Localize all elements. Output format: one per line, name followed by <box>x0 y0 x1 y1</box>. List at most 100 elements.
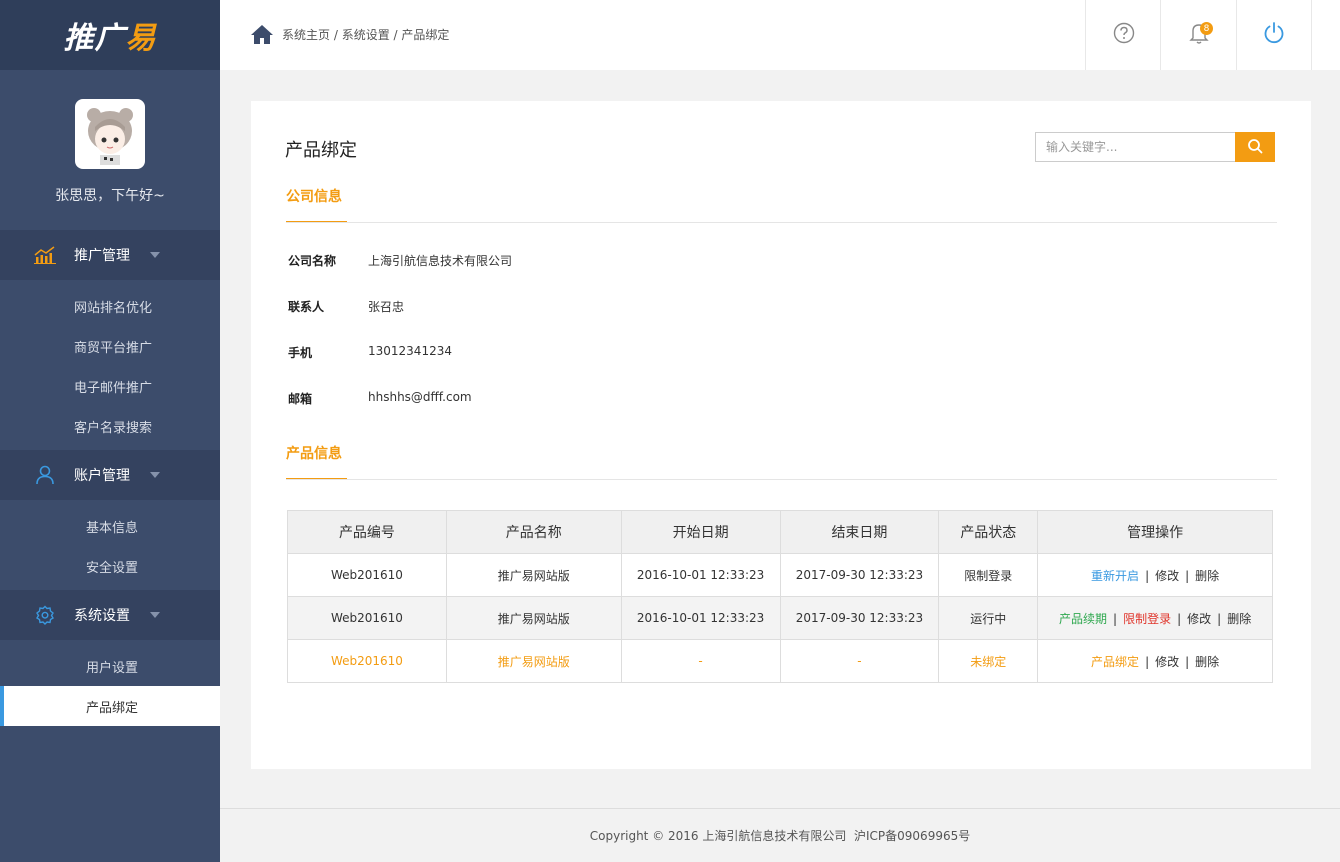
info-row-phone: 手机 13012341234 <box>288 344 452 361</box>
column-header: 产品编号 <box>287 510 447 554</box>
menu-group-label: 系统设置 <box>74 608 130 624</box>
submenu-promotion: 网站排名优化 商贸平台推广 电子邮件推广 客户名录搜索 <box>0 280 220 450</box>
chevron-down-icon <box>150 472 160 478</box>
submenu-account: 基本信息 安全设置 <box>0 500 220 590</box>
divider <box>286 222 1277 223</box>
cell-status: 限制登录 <box>938 553 1039 597</box>
cell-product-name: 推广易网站版 <box>445 639 622 683</box>
avatar[interactable] <box>75 99 145 169</box>
home-icon[interactable] <box>250 24 274 45</box>
restrict-login-link[interactable]: 限制登录 <box>1123 612 1171 626</box>
delete-link[interactable]: 删除 <box>1195 655 1219 669</box>
sidebar-item-directory[interactable]: 客户名录搜索 <box>0 406 220 446</box>
bind-product-link[interactable]: 产品绑定 <box>1091 655 1139 669</box>
gear-icon <box>34 604 56 626</box>
search-icon <box>1247 138 1263 157</box>
table-header-row: 产品编号 产品名称 开始日期 结束日期 产品状态 管理操作 <box>287 510 1273 554</box>
breadcrumb-current: 产品绑定 <box>401 28 450 42</box>
info-label: 联系人 <box>288 300 325 314</box>
menu-group-label: 推广管理 <box>74 248 130 264</box>
page-title: 产品绑定 <box>285 140 357 161</box>
notifications-button[interactable]: 8 <box>1160 0 1236 70</box>
cell-product-id: Web201610 <box>287 639 447 683</box>
info-label: 公司名称 <box>288 254 337 268</box>
breadcrumb-separator: / <box>330 27 342 42</box>
menu-group-label: 账户管理 <box>74 468 130 484</box>
sidebar-item-b2b[interactable]: 商贸平台推广 <box>0 326 220 366</box>
table-row: Web201610 推广易网站版 - - 未绑定 产品绑定 | 修改 | 删除 <box>287 639 1273 683</box>
logout-button[interactable] <box>1236 0 1312 70</box>
user-profile: 张思思，下午好~ <box>0 70 220 230</box>
info-value: 上海引航信息技术有限公司 <box>368 254 513 268</box>
info-value: hhshhs@dfff.com <box>368 390 472 404</box>
power-icon <box>1262 21 1286 49</box>
info-row-company: 公司名称 上海引航信息技术有限公司 <box>288 252 512 269</box>
delete-link[interactable]: 删除 <box>1195 569 1219 583</box>
column-header: 产品状态 <box>938 510 1039 554</box>
main-card: 产品绑定 公司信息 公司名称 上海引航信息技术有限公司 联系人 张召忠 手机 1… <box>251 101 1311 769</box>
sidebar-item-basic-info[interactable]: 基本信息 <box>0 506 220 546</box>
chevron-down-icon <box>150 252 160 258</box>
cell-product-id: Web201610 <box>287 553 447 597</box>
separator: | <box>1177 611 1182 626</box>
sidebar-item-product-binding[interactable]: 产品绑定 <box>0 686 220 726</box>
chevron-down-icon <box>150 612 160 618</box>
products-table: 产品编号 产品名称 开始日期 结束日期 产品状态 管理操作 Web201610 … <box>287 510 1273 683</box>
tab-company-info[interactable]: 公司信息 <box>286 186 347 223</box>
sidebar-item-security[interactable]: 安全设置 <box>0 546 220 586</box>
search-button[interactable] <box>1235 132 1275 162</box>
table-row: Web201610 推广易网站版 2016-10-01 12:33:23 201… <box>287 553 1273 597</box>
user-icon <box>34 464 56 486</box>
tab-label: 产品信息 <box>286 446 342 462</box>
separator: | <box>1217 611 1222 626</box>
tab-label: 公司信息 <box>286 189 342 205</box>
separator: | <box>1185 568 1190 583</box>
delete-link[interactable]: 删除 <box>1227 612 1251 626</box>
info-label: 邮箱 <box>288 392 313 406</box>
table-row: Web201610 推广易网站版 2016-10-01 12:33:23 201… <box>287 596 1273 640</box>
search-box <box>1035 132 1275 162</box>
cell-end-date: 2017-09-30 12:33:23 <box>779 553 940 597</box>
search-input[interactable] <box>1035 132 1235 162</box>
cell-status: 未绑定 <box>938 639 1039 683</box>
renew-link[interactable]: 产品续期 <box>1059 612 1107 626</box>
sidebar-item-email[interactable]: 电子邮件推广 <box>0 366 220 406</box>
greeting-text: 张思思，下午好~ <box>55 188 165 204</box>
footer: Copyright © 2016 上海引航信息技术有限公司 沪ICP备09069… <box>220 808 1340 862</box>
info-value: 张召忠 <box>368 300 405 314</box>
cell-end-date: - <box>779 639 940 683</box>
help-button[interactable] <box>1085 0 1161 70</box>
menu-group-system[interactable]: 系统设置 <box>0 590 220 640</box>
breadcrumb-system-settings[interactable]: 系统设置 <box>342 26 390 43</box>
column-header: 结束日期 <box>779 510 940 554</box>
info-row-contact: 联系人 张召忠 <box>288 298 404 315</box>
cell-start-date: 2016-10-01 12:33:23 <box>620 596 781 640</box>
cell-actions: 产品绑定 | 修改 | 删除 <box>1037 639 1273 683</box>
sidebar-item-seo[interactable]: 网站排名优化 <box>0 286 220 326</box>
cell-actions: 重新开启 | 修改 | 删除 <box>1037 553 1273 597</box>
reopen-link[interactable]: 重新开启 <box>1091 569 1139 583</box>
edit-link[interactable]: 修改 <box>1155 569 1179 583</box>
separator: | <box>1145 568 1150 583</box>
breadcrumb-home[interactable]: 系统主页 <box>282 26 330 43</box>
copyright-text: Copyright © 2016 上海引航信息技术有限公司 沪ICP备09069… <box>589 829 971 843</box>
breadcrumb: 系统主页 / 系统设置 / 产品绑定 <box>250 24 449 45</box>
cell-start-date: 2016-10-01 12:33:23 <box>620 553 781 597</box>
tab-product-info[interactable]: 产品信息 <box>286 443 347 480</box>
sidebar: 推广易 张思思，下午好~ 推广管理 网站排名优化 商贸平台推广 电子邮件推广 客… <box>0 0 220 862</box>
edit-link[interactable]: 修改 <box>1155 655 1179 669</box>
divider <box>286 479 1277 480</box>
logo[interactable]: 推广易 <box>0 0 220 70</box>
notification-badge: 8 <box>1200 22 1213 35</box>
info-label: 手机 <box>288 346 313 360</box>
sidebar-item-user-settings[interactable]: 用户设置 <box>0 646 220 686</box>
cell-product-id: Web201610 <box>287 596 447 640</box>
menu-group-account[interactable]: 账户管理 <box>0 450 220 500</box>
breadcrumb-separator: / <box>389 27 402 42</box>
column-header: 管理操作 <box>1037 510 1273 554</box>
menu-group-promotion[interactable]: 推广管理 <box>0 230 220 280</box>
separator: | <box>1185 654 1190 669</box>
separator: | <box>1145 654 1150 669</box>
top-header: 系统主页 / 系统设置 / 产品绑定 8 <box>220 0 1340 70</box>
edit-link[interactable]: 修改 <box>1187 612 1211 626</box>
